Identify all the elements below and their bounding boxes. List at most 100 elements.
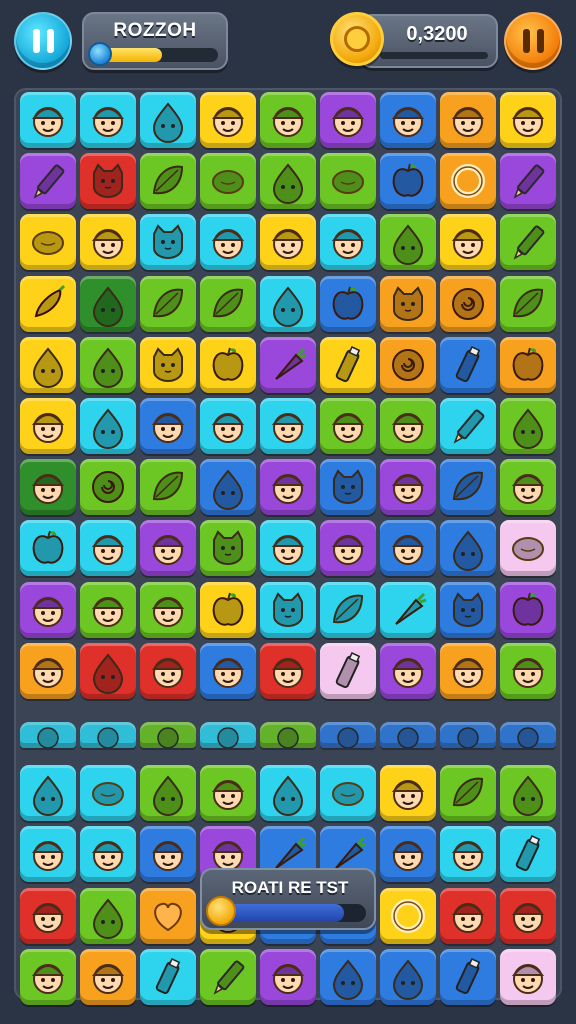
board-tile[interactable]	[260, 765, 316, 822]
board-tile[interactable]	[80, 765, 136, 822]
board-tile[interactable]	[320, 398, 376, 454]
board-tile[interactable]	[20, 642, 76, 699]
board-tile[interactable]	[500, 520, 556, 577]
board-tile[interactable]	[200, 520, 256, 577]
board-tile[interactable]	[380, 275, 436, 332]
board-tile[interactable]	[140, 581, 196, 638]
pause-button[interactable]	[504, 12, 562, 70]
board-tile[interactable]	[380, 642, 436, 699]
booster-popup[interactable]: ROATI RE TST	[200, 868, 376, 930]
board-tile[interactable]	[440, 153, 496, 210]
board-tile[interactable]	[380, 887, 436, 944]
board-tile[interactable]	[200, 153, 256, 210]
board-tile[interactable]	[500, 581, 556, 638]
board-tile[interactable]	[140, 398, 196, 454]
board-tile[interactable]	[80, 642, 136, 699]
board-tile[interactable]	[440, 642, 496, 699]
board-tile[interactable]	[20, 459, 76, 516]
board-tile[interactable]	[140, 214, 196, 271]
board-tile[interactable]	[260, 214, 316, 271]
board-tile[interactable]	[200, 722, 256, 748]
board-tile[interactable]	[80, 581, 136, 638]
board-tile[interactable]	[140, 948, 196, 1005]
board-tile[interactable]	[20, 765, 76, 822]
board-tile[interactable]	[20, 722, 76, 748]
board-tile[interactable]	[20, 826, 76, 883]
board-tile[interactable]	[200, 642, 256, 699]
board-tile[interactable]	[440, 92, 496, 148]
board-tile[interactable]	[80, 92, 136, 148]
board-tile[interactable]	[320, 948, 376, 1005]
board-tile[interactable]	[440, 765, 496, 822]
menu-pause-button[interactable]	[14, 12, 72, 70]
board-tile[interactable]	[200, 459, 256, 516]
board-tile[interactable]	[260, 948, 316, 1005]
board-tile[interactable]	[320, 214, 376, 271]
board-tile[interactable]	[260, 336, 316, 393]
board-tile[interactable]	[380, 214, 436, 271]
board-tile[interactable]	[20, 398, 76, 454]
board-tile[interactable]	[320, 153, 376, 210]
board-tile[interactable]	[500, 153, 556, 210]
board-tile[interactable]	[440, 826, 496, 883]
board-tile[interactable]	[440, 520, 496, 577]
board-tile[interactable]	[440, 336, 496, 393]
board-tile[interactable]	[20, 581, 76, 638]
board-tile[interactable]	[80, 398, 136, 454]
board-tile[interactable]	[500, 765, 556, 822]
board-tile[interactable]	[200, 398, 256, 454]
board-tile[interactable]	[380, 520, 436, 577]
board-tile[interactable]	[380, 153, 436, 210]
board-tile[interactable]	[320, 581, 376, 638]
board-tile[interactable]	[260, 92, 316, 148]
board-tile[interactable]	[260, 153, 316, 210]
board-tile[interactable]	[80, 336, 136, 393]
board-tile[interactable]	[500, 722, 556, 748]
board-tile[interactable]	[440, 722, 496, 748]
board-tile[interactable]	[200, 581, 256, 638]
board-tile[interactable]	[380, 92, 436, 148]
board-tile[interactable]	[20, 214, 76, 271]
board-tile[interactable]	[320, 765, 376, 822]
board-tile[interactable]	[140, 275, 196, 332]
board-tile[interactable]	[80, 459, 136, 516]
board-tile[interactable]	[380, 459, 436, 516]
board-tile[interactable]	[260, 275, 316, 332]
board-tile[interactable]	[20, 887, 76, 944]
board-tile[interactable]	[20, 520, 76, 577]
board-tile[interactable]	[140, 887, 196, 944]
board-tile[interactable]	[500, 275, 556, 332]
board-tile[interactable]	[320, 642, 376, 699]
board-tile[interactable]	[500, 887, 556, 944]
board-tile[interactable]	[440, 459, 496, 516]
board-tile[interactable]	[380, 336, 436, 393]
board-tile[interactable]	[140, 92, 196, 148]
board-tile[interactable]	[320, 275, 376, 332]
board-tile[interactable]	[380, 765, 436, 822]
board-tile[interactable]	[140, 459, 196, 516]
board-tile[interactable]	[260, 398, 316, 454]
board-tile[interactable]	[140, 826, 196, 883]
board-tile[interactable]	[200, 765, 256, 822]
board-tile[interactable]	[80, 722, 136, 748]
board-tile[interactable]	[440, 398, 496, 454]
board-tile[interactable]	[320, 520, 376, 577]
board-tile[interactable]	[200, 92, 256, 148]
board-tile[interactable]	[380, 948, 436, 1005]
board-tile[interactable]	[380, 826, 436, 883]
board-tile[interactable]	[140, 642, 196, 699]
board-tile[interactable]	[260, 520, 316, 577]
board-tile[interactable]	[80, 887, 136, 944]
board-tile[interactable]	[260, 642, 316, 699]
board-tile[interactable]	[200, 948, 256, 1005]
board-tile[interactable]	[320, 459, 376, 516]
board-tile[interactable]	[380, 722, 436, 748]
board-tile[interactable]	[140, 765, 196, 822]
board-tile[interactable]	[140, 336, 196, 393]
board-tile[interactable]	[260, 459, 316, 516]
board-tile[interactable]	[80, 214, 136, 271]
board-tile[interactable]	[380, 398, 436, 454]
board-tile[interactable]	[20, 153, 76, 210]
board-tile[interactable]	[320, 92, 376, 148]
board-tile[interactable]	[20, 92, 76, 148]
